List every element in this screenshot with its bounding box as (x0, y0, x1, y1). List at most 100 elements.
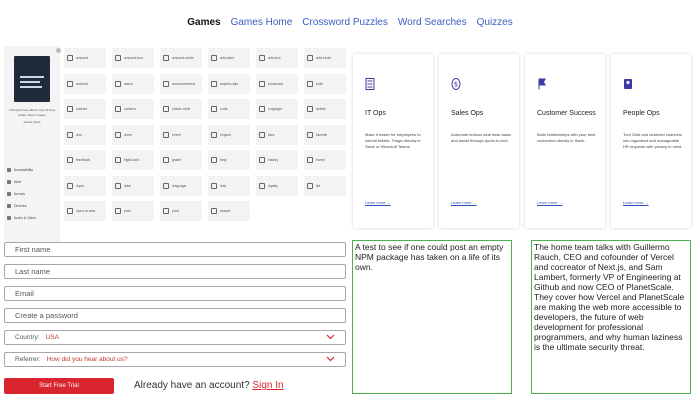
icon-tile[interactable]: camera (112, 99, 154, 119)
icon-tile[interactable]: aspect-ratio (208, 73, 250, 94)
nav-games[interactable]: Games (187, 17, 220, 28)
icon-tile-label: lock (220, 183, 227, 188)
icon-tile[interactable]: add-box (256, 48, 298, 68)
icon-tile-label: build (316, 81, 324, 86)
icon-sidebar: Unlimited Free eBook: Get 30 Free Adobe … (4, 46, 60, 242)
learn-more-link[interactable]: Learn more → (623, 200, 649, 205)
nav-crossword-puzzles[interactable]: Crossword Puzzles (302, 17, 388, 28)
icon-tile-label: open-in-new (76, 209, 96, 213)
icon-tile[interactable]: feedback (64, 150, 106, 170)
card-description: Automate tedious deal desk tasks and ass… (451, 132, 511, 143)
icon-tile-label: loyalty (268, 183, 278, 188)
icon-tile[interactable]: alarm (112, 73, 154, 94)
icon-tile[interactable]: favorite (304, 124, 346, 145)
icon-tile[interactable]: list (304, 175, 346, 196)
password-field[interactable]: Create a password (4, 308, 346, 323)
ebook-caption[interactable]: Unlimited Free eBook: Get 30 Free Adobe … (6, 108, 58, 125)
last-name-field[interactable]: Last name (4, 264, 346, 279)
icon-tile[interactable]: lock (208, 175, 250, 196)
add-alert-icon (211, 55, 217, 61)
learn-more-link[interactable]: Learn more → (365, 200, 391, 205)
card-title: IT Ops (365, 110, 386, 117)
card-customer-success[interactable]: Customer Success Build relationships wit… (525, 54, 605, 228)
icon-tile-label: alarm (124, 81, 133, 86)
icon-tile-label: input (76, 183, 84, 188)
icon-tile[interactable]: add-circle (304, 48, 346, 68)
icon-tile-label: copyright (268, 107, 283, 111)
camera-icon (115, 106, 121, 112)
icon-tile[interactable]: open-in-new (64, 201, 106, 221)
icon-tile[interactable]: home (304, 150, 346, 170)
icon-tile-label: account (76, 56, 89, 60)
input-icon (67, 182, 73, 189)
language-icon (163, 182, 169, 189)
icon-tile[interactable]: history (256, 150, 298, 170)
icon-tile[interactable]: pets (112, 201, 154, 221)
sidebar-item-devices[interactable]: Devices (7, 200, 59, 212)
card-people-ops[interactable]: People Ops Turn DMs and cluttered channe… (611, 54, 691, 228)
icon-tile[interactable]: grade (160, 150, 202, 170)
nav-games-home[interactable]: Games Home (231, 17, 293, 28)
learn-more-link[interactable]: Learn more → (537, 200, 563, 205)
label-icon (115, 182, 121, 189)
start-free-trial-button[interactable]: Start Free Trial (4, 378, 114, 394)
icon-tile[interactable]: print (160, 201, 202, 221)
sidebar-item-audio-video[interactable]: Audio & Video (7, 212, 59, 224)
learn-more-link[interactable]: Learn more → (451, 200, 477, 205)
sidebar-item-alert[interactable]: Alert (7, 176, 59, 188)
card-it-ops[interactable]: IT Ops Make it easier for employees to s… (353, 54, 433, 228)
icon-tile[interactable]: face (256, 124, 298, 145)
icon-tile[interactable]: account-box (112, 48, 154, 68)
icon-tile[interactable]: explore (208, 124, 250, 145)
icon-tile-label: add-alert (220, 56, 234, 60)
icon-tile[interactable]: announcement (160, 73, 202, 94)
card-sales-ops[interactable]: $ Sales Ops Automate tedious deal desk t… (439, 54, 519, 228)
text-panel-left[interactable]: A test to see if one could post an empty… (352, 240, 512, 394)
icon-tile-label: account-box (124, 56, 144, 60)
icon-tile[interactable]: loyalty (256, 175, 298, 196)
pets-icon (115, 208, 121, 214)
icon-tile-label: history (268, 158, 279, 162)
icon-tile[interactable]: label (112, 175, 154, 196)
icon-tile[interactable]: bookmark (256, 73, 298, 94)
icon-tile[interactable]: language (160, 175, 202, 196)
home-icon (307, 157, 313, 163)
ebook-cover-image[interactable] (14, 56, 50, 102)
sidebar-item-accessibility[interactable]: Accessibility (7, 164, 59, 176)
icon-tile[interactable]: cached (64, 99, 106, 119)
icon-tile[interactable]: event (160, 124, 202, 145)
delete-icon (307, 106, 313, 112)
icon-tile-label: favorite (316, 132, 328, 137)
nav-quizzes[interactable]: Quizzes (477, 17, 513, 28)
icon-tile[interactable]: build (304, 73, 346, 94)
icon-tile[interactable]: flight-land (112, 150, 154, 170)
icon-tile[interactable]: code (208, 99, 250, 119)
close-icon[interactable] (56, 48, 61, 53)
event-icon (163, 131, 169, 138)
icon-tile[interactable]: input (64, 175, 106, 196)
text-panel-right[interactable]: The home team talks with Guillermo Rauch… (531, 240, 691, 394)
icon-tile[interactable]: check-circle (160, 99, 202, 119)
email-field[interactable]: Email (4, 286, 346, 301)
sign-in-link[interactable]: Sign In (252, 380, 283, 391)
aspect-ratio-icon (211, 80, 217, 87)
icon-tile[interactable]: copyright (256, 99, 298, 119)
country-select[interactable]: Country: USA (4, 330, 346, 345)
icon-tile[interactable]: help (208, 150, 250, 170)
alarm-icon (115, 80, 121, 87)
sidebar-item-arrows[interactable]: Arrows (7, 188, 59, 200)
announcement-icon (163, 80, 169, 87)
icon-tile-label: home (316, 158, 325, 162)
icon-tile[interactable]: search (208, 201, 250, 221)
icon-tile[interactable]: delete (304, 99, 346, 119)
icon-tile[interactable]: dns (64, 124, 106, 145)
referrer-select[interactable]: Referrer: How did you hear about us? (4, 352, 346, 367)
icon-tile[interactable]: account (64, 48, 106, 68)
dns-icon (67, 131, 73, 138)
icon-tile[interactable]: android (64, 73, 106, 94)
icon-tile[interactable]: done (112, 124, 154, 145)
first-name-field[interactable]: First name (4, 242, 346, 257)
icon-tile[interactable]: account-circle (160, 48, 202, 68)
nav-word-searches[interactable]: Word Searches (398, 17, 467, 28)
icon-tile[interactable]: add-alert (208, 48, 250, 68)
